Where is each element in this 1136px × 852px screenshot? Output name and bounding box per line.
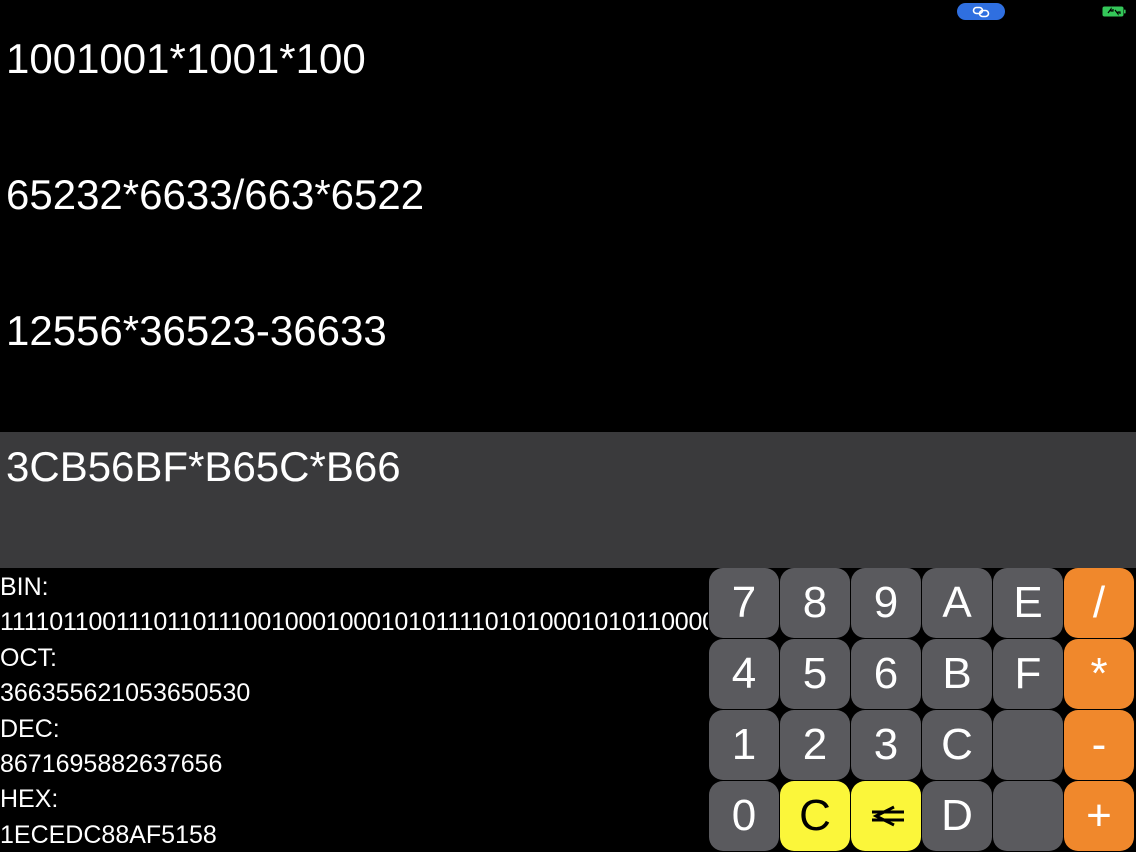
history-expression: 1001001*1001*100	[6, 35, 366, 82]
key-c[interactable]: C	[922, 710, 992, 780]
history-row[interactable]: 1001001*1001*100	[0, 24, 1136, 160]
blank-key	[993, 710, 1063, 780]
key-1[interactable]: 1	[709, 710, 779, 780]
subtract-button[interactable]: -	[1064, 710, 1134, 780]
current-expression: 3CB56BF*B65C*B66	[6, 443, 401, 490]
history-expression: 65232*6633/663*6522	[6, 171, 425, 218]
current-expression-row[interactable]: 3CB56BF*B65C*B66	[0, 432, 1136, 568]
hex-value: 1ECEDC88AF5158	[0, 820, 217, 849]
link-status-pill[interactable]	[957, 3, 1005, 20]
bin-value: 1111011001110110111001000100010101111010…	[0, 608, 708, 637]
multiply-button[interactable]: *	[1064, 639, 1134, 709]
key-9[interactable]: 9	[851, 568, 921, 638]
key-5[interactable]: 5	[780, 639, 850, 709]
key-4[interactable]: 4	[709, 639, 779, 709]
backspace-button[interactable]	[851, 781, 921, 851]
backspace-icon	[872, 805, 904, 827]
history-expression: 12556*36523-36633	[6, 307, 387, 354]
key-6[interactable]: 6	[851, 639, 921, 709]
link-icon	[972, 6, 990, 17]
conversion-results: BIN: 11110110011101101110010001000101011…	[0, 570, 708, 852]
history-row[interactable]: 65232*6633/663*6522	[0, 160, 1136, 296]
add-button[interactable]: +	[1064, 781, 1134, 851]
key-7[interactable]: 7	[709, 568, 779, 638]
history-row[interactable]: 12556*36523-36633	[0, 296, 1136, 432]
keypad: 7 8 9 A E / 4 5 6 B F * 1 2 3 C - 0 C D …	[709, 568, 1136, 852]
key-2[interactable]: 2	[780, 710, 850, 780]
battery-charging-icon	[1102, 6, 1126, 17]
oct-label: OCT:	[0, 643, 57, 672]
key-3[interactable]: 3	[851, 710, 921, 780]
blank-key	[993, 781, 1063, 851]
oct-value: 366355621053650530	[0, 679, 251, 708]
bin-label: BIN:	[0, 573, 49, 601]
key-0[interactable]: 0	[709, 781, 779, 851]
key-8[interactable]: 8	[780, 568, 850, 638]
key-f[interactable]: F	[993, 639, 1063, 709]
key-a[interactable]: A	[922, 568, 992, 638]
status-bar	[0, 0, 1136, 24]
key-d[interactable]: D	[922, 781, 992, 851]
dec-value: 8671695882637656	[0, 750, 223, 779]
dec-label: DEC:	[0, 714, 60, 743]
key-e[interactable]: E	[993, 568, 1063, 638]
clear-button[interactable]: C	[780, 781, 850, 851]
hex-label: HEX:	[0, 785, 59, 814]
key-b[interactable]: B	[922, 639, 992, 709]
divide-button[interactable]: /	[1064, 568, 1134, 638]
